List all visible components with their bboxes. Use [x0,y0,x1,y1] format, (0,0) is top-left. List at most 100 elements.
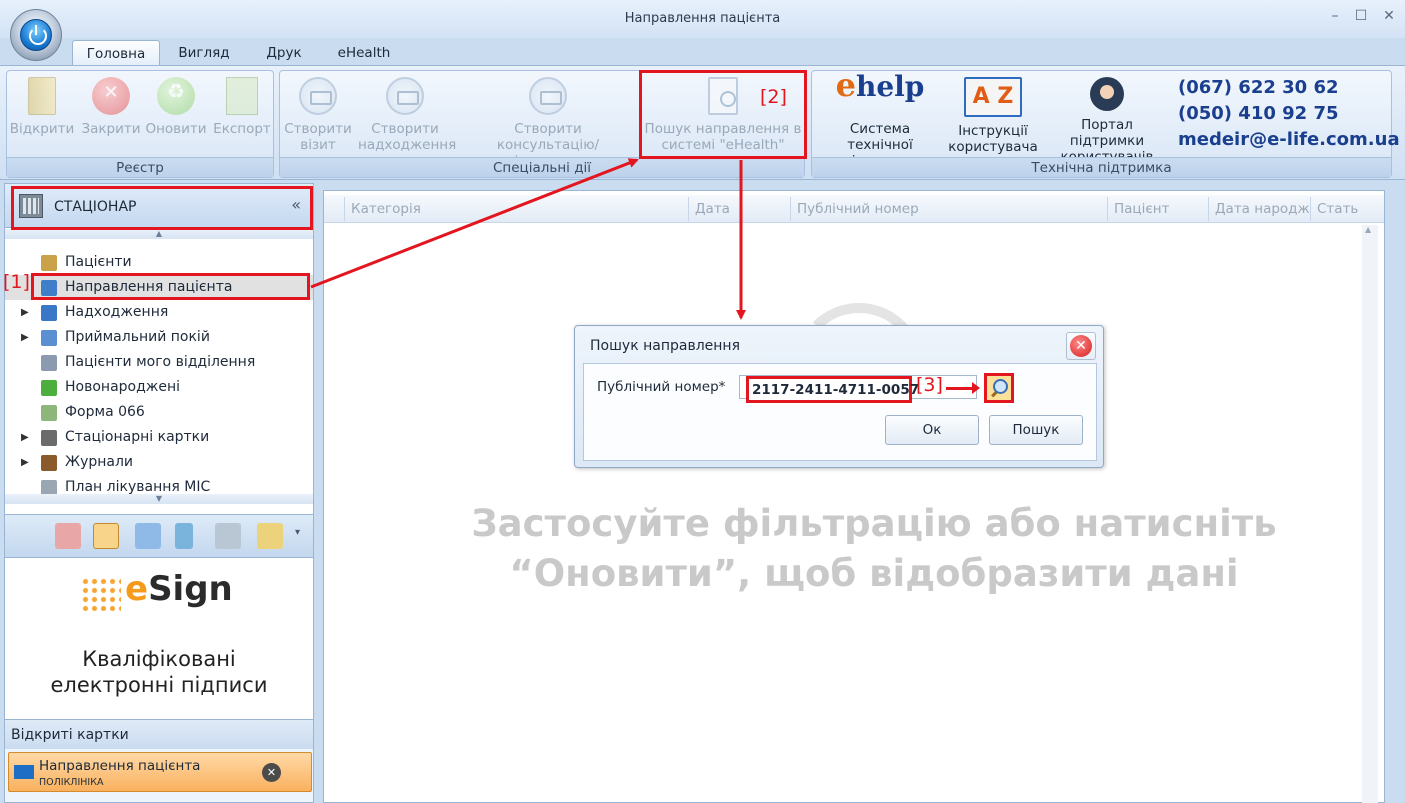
esign-logo: eSign [125,569,233,609]
column-birth-date[interactable]: Дата народж [1215,201,1310,217]
bed-icon [386,77,424,115]
close-card-icon[interactable]: ✕ [262,763,281,782]
expand-arrow-icon[interactable]: ▶ [21,300,29,325]
opened-card[interactable]: Направлення пацієнта ПОЛІКЛІНІКА ✕ [8,752,312,792]
tree-item[interactable]: Новонароджені [5,375,313,400]
close-button[interactable]: Закрити [79,77,143,137]
close-label: Закрити [81,121,141,137]
public-number-value[interactable]: 2117-2411-4711-0057 [746,376,919,403]
public-number-label: Публічний номер* [597,379,726,395]
documents-icon[interactable] [215,523,241,549]
column-patient[interactable]: Пацієнт [1114,201,1169,217]
minimize-button[interactable]: – [1325,8,1345,24]
create-visit-label-1: Створити [284,121,352,137]
refresh-button[interactable]: Оновити [143,77,209,137]
dialog-close-button[interactable]: ✕ [1066,332,1096,360]
column-separator [1107,197,1108,221]
medical-caduceus-icon[interactable] [175,523,193,549]
tree-item[interactable]: Форма 066 [5,400,313,425]
group-registry-label: Реєстр [7,157,273,177]
empty-message-line-2: “Оновити”, щоб відобразити дані [509,552,1239,595]
user-instructions-button[interactable]: A Z Інструкції користувача [948,77,1038,155]
title-bar: Направлення пацієнта – ☐ ✕ [0,0,1405,38]
esign-banner[interactable]: eSign Кваліфіковані електронні підписи [5,559,313,709]
ehelp-logo-rest: help [855,70,925,103]
tree-item[interactable]: ▶ Надходження [5,300,313,325]
export-button[interactable]: Експорт [211,77,273,137]
maximize-button[interactable]: ☐ [1351,8,1371,24]
tree-item-label: Пацієнти мого відділення [65,354,256,370]
support-portal-button[interactable]: Портал підтримки користувачів [1042,77,1172,165]
close-window-button[interactable]: ✕ [1379,8,1399,24]
refresh-label: Оновити [145,121,207,137]
empty-message-line-1: Застосуйте фільтрацію або натисніть [471,502,1277,545]
calendar-icon[interactable] [135,523,161,549]
tree-item-label: План лікування МІС [65,479,211,495]
close-icon: ✕ [1070,335,1092,357]
column-sex[interactable]: Стать [1317,201,1358,217]
support-system-label-1: Система технічної [847,121,913,153]
open-button[interactable]: Відкрити [9,77,75,137]
tree-item[interactable]: ▶ Стаціонарні картки [5,425,313,450]
expand-arrow-icon[interactable]: ▶ [21,450,29,475]
create-admission-button[interactable]: Створити надходження [358,77,457,153]
opened-cards-title: Відкриті картки [5,719,313,749]
column-category[interactable]: Категорія [351,201,421,217]
expand-arrow-icon[interactable]: ▶ [21,425,29,450]
tree-item[interactable]: Пацієнти мого відділення [5,350,313,375]
tree-scroll-up[interactable]: ▲ [5,229,313,239]
column-separator [1208,197,1209,221]
tree-item-icon [41,455,57,471]
tree-item[interactable]: ▶ Журнали [5,450,313,475]
tree-scroll-down[interactable]: ▼ [5,494,313,504]
annotation-box-ehealth-search [639,70,807,159]
hospital-icon[interactable] [55,523,81,549]
tree-item[interactable]: ▶ Приймальний покій [5,325,313,350]
annotation-arrow-3 [946,382,980,394]
window-title: Направлення пацієнта [624,11,781,26]
group-registry: Відкрити Закрити Оновити Експорт Реєстр [6,70,274,178]
column-date[interactable]: Дата [695,201,730,217]
grid-scrollbar[interactable] [1362,225,1378,803]
instructions-label-1: Інструкції [958,123,1028,139]
support-phone-2: (050) 410 92 75 [1178,103,1339,124]
search-button[interactable]: Пошук [989,415,1083,445]
esign-logo-e: e [125,569,149,609]
inpatient-module-icon[interactable] [93,523,119,549]
tree-item-icon [41,380,57,396]
create-visit-label-2: візит [300,137,336,153]
create-admission-label-2: надходження [358,137,457,153]
export-label: Експорт [213,121,271,137]
annotation-marker-1: [1] [3,271,30,293]
esign-logo-rest: Sign [148,569,233,609]
group-special-label: Спеціальні дії [280,157,804,177]
create-consultation-button[interactable]: Створити консультацію/діагностику [458,77,638,169]
esign-text-1: Кваліфіковані [82,647,236,671]
annotation-marker-3: [3] [916,374,943,396]
book-icon[interactable] [257,523,283,549]
create-visit-button[interactable]: Створити візит [282,77,354,153]
more-dropdown-icon[interactable]: ▾ [295,527,305,538]
expand-arrow-icon[interactable]: ▶ [21,325,29,350]
ehelp-logo-e: e [835,66,856,104]
ok-button[interactable]: Ок [885,415,979,445]
tab-home[interactable]: Головна [72,40,160,66]
column-public-number[interactable]: Публічний номер [797,201,919,217]
support-system-button[interactable]: ehelp Система технічної підтримки [816,69,944,169]
instructions-label-2: користувача [948,139,1038,155]
lookup-search-icon[interactable] [984,373,1014,403]
referrals-grid: Категорія Дата Публічний номер Пацієнт Д… [323,190,1385,803]
opened-cards-panel: Відкриті картки Направлення пацієнта ПОЛ… [5,719,313,802]
opened-card-subtitle: ПОЛІКЛІНІКА [39,777,104,788]
esign-circuit-icon [81,577,121,611]
tab-ehealth[interactable]: eHealth [326,40,402,66]
annotation-box-referral-item [31,273,310,300]
tree-item[interactable]: Пацієнти [5,250,313,275]
grid-header: Категорія Дата Публічний номер Пацієнт Д… [324,195,1384,223]
tab-view[interactable]: Вигляд [168,40,240,66]
tab-print[interactable]: Друк [254,40,314,66]
tree-item-label: Надходження [65,304,169,320]
support-email[interactable]: medeir@e-life.com.ua [1178,127,1400,153]
app-menu-button[interactable] [10,9,62,61]
tree-item-label: Журнали [65,454,134,470]
